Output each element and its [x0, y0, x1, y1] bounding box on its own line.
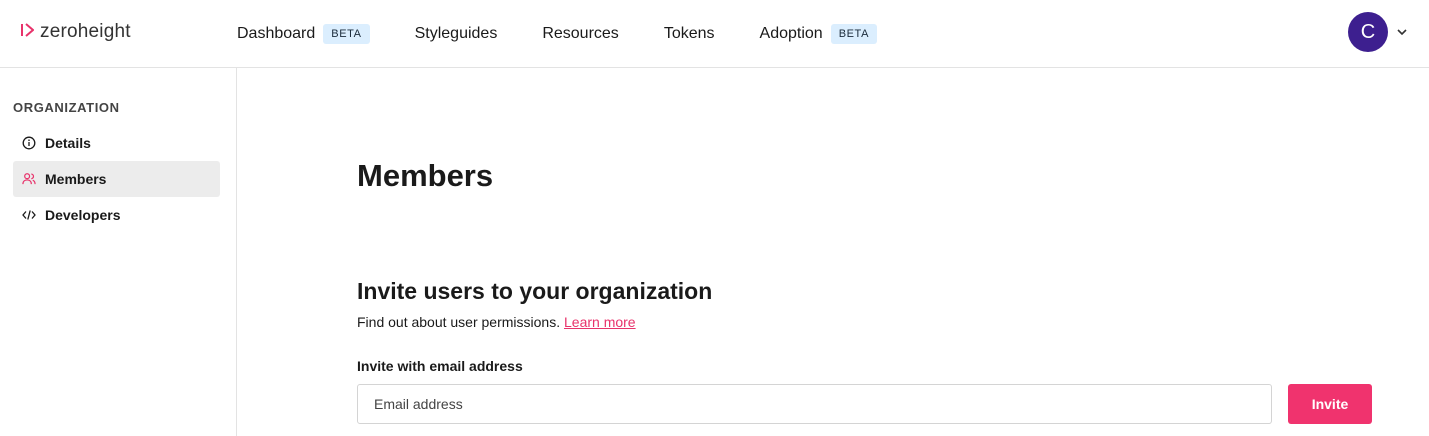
sidebar-heading: ORGANIZATION	[13, 100, 120, 115]
chevron-down-icon[interactable]	[1396, 25, 1410, 39]
beta-badge: BETA	[323, 23, 370, 44]
beta-badge: BETA	[830, 23, 878, 44]
sidebar-item-label: Details	[45, 135, 91, 151]
nav-label: Adoption	[759, 24, 823, 42]
sidebar-item-label: Developers	[45, 207, 121, 223]
nav-styleguides[interactable]: Styleguides	[415, 25, 498, 43]
main-nav: Dashboard BETA Styleguides Resources Tok…	[237, 0, 878, 67]
logo-mark-icon	[20, 22, 35, 43]
sidebar-item-label: Members	[45, 171, 107, 187]
invite-section-title: Invite users to your organization	[357, 278, 713, 304]
email-field[interactable]	[357, 384, 1272, 424]
nav-tokens[interactable]: Tokens	[664, 25, 715, 43]
nav-resources[interactable]: Resources	[542, 25, 618, 43]
page-title: Members	[357, 158, 494, 193]
invite-description: Find out about user permissions. Learn m…	[357, 314, 636, 330]
nav-label: Tokens	[663, 24, 715, 42]
zeroheight-logo[interactable]: zeroheight	[20, 20, 131, 44]
learn-more-link[interactable]: Learn more	[564, 314, 636, 330]
sidebar-item-developers[interactable]: Developers	[13, 197, 220, 233]
info-icon	[22, 136, 36, 150]
sidebar: ORGANIZATION Details Members Developers	[0, 68, 237, 436]
avatar[interactable]: C	[1348, 12, 1388, 52]
top-bar: zeroheight Dashboard BETA Styleguides Re…	[0, 0, 1429, 68]
users-icon	[22, 172, 36, 186]
nav-label: Dashboard	[237, 24, 316, 42]
code-icon	[22, 208, 36, 222]
nav-label: Styleguides	[414, 24, 498, 42]
logo-text: zeroheight	[40, 21, 131, 42]
sidebar-item-details[interactable]: Details	[13, 125, 220, 161]
invite-button[interactable]: Invite	[1288, 384, 1372, 424]
email-field-label: Invite with email address	[357, 358, 523, 374]
nav-label: Resources	[542, 24, 619, 42]
user-menu[interactable]: C	[1348, 12, 1410, 52]
nav-dashboard[interactable]: Dashboard BETA	[237, 23, 370, 44]
nav-adoption[interactable]: Adoption BETA	[759, 23, 878, 44]
invite-description-text: Find out about user permissions.	[357, 314, 561, 330]
sidebar-item-members[interactable]: Members	[13, 161, 220, 197]
